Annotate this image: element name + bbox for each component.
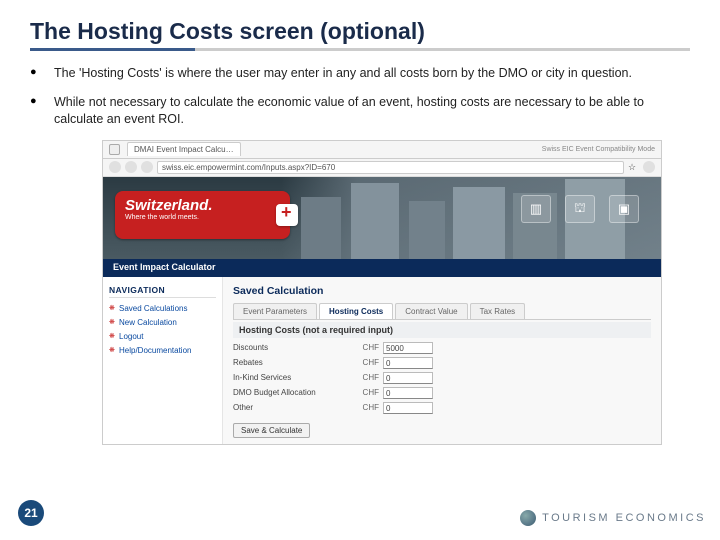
currency-label: CHF bbox=[353, 358, 379, 367]
tab-event-parameters[interactable]: Event Parameters bbox=[233, 303, 317, 319]
site-banner: Switzerland. Where the world meets. ▥ ⛫ … bbox=[103, 177, 661, 259]
browser-url-bar: swiss.eic.empowermint.com/Inputs.aspx?ID… bbox=[103, 159, 661, 177]
label-other: Other bbox=[233, 403, 353, 412]
input-other[interactable]: 0 bbox=[383, 402, 433, 414]
label-dmo-budget: DMO Budget Allocation bbox=[233, 388, 353, 397]
sidebar-item-new[interactable]: New Calculation bbox=[109, 318, 216, 327]
form-subhead: Hosting Costs (not a required input) bbox=[233, 322, 651, 338]
globe-icon bbox=[520, 510, 536, 526]
save-calculate-button[interactable]: Save & Calculate bbox=[233, 423, 310, 438]
input-dmo-budget[interactable]: 0 bbox=[383, 387, 433, 399]
browser-tab-bar: DMAI Event Impact Calcu… Swiss EIC Event… bbox=[103, 141, 661, 159]
sidebar-nav: NAVIGATION Saved Calculations New Calcul… bbox=[103, 277, 223, 444]
compat-caption: Swiss EIC Event Compatibility Mode bbox=[542, 146, 655, 153]
reload-button[interactable] bbox=[141, 161, 153, 173]
app-title-bar: Event Impact Calculator bbox=[103, 259, 661, 277]
footer-brand-text: TOURISM ECONOMICS bbox=[542, 512, 706, 524]
row-rebates: Rebates CHF 0 bbox=[233, 357, 651, 369]
tab-tax-rates[interactable]: Tax Rates bbox=[470, 303, 526, 319]
footer-brand: TOURISM ECONOMICS bbox=[520, 510, 706, 526]
menu-button[interactable] bbox=[643, 161, 655, 173]
saved-calc-heading: Saved Calculation bbox=[233, 285, 651, 297]
label-inkind: In-Kind Services bbox=[233, 373, 353, 382]
banner-icon-row: ▥ ⛫ ▣ bbox=[521, 195, 639, 223]
currency-label: CHF bbox=[353, 388, 379, 397]
page-number-badge: 21 bbox=[18, 500, 44, 526]
url-input[interactable]: swiss.eic.empowermint.com/Inputs.aspx?ID… bbox=[157, 161, 624, 174]
swiss-plus-icon bbox=[276, 204, 298, 226]
currency-label: CHF bbox=[353, 373, 379, 382]
brand-badge: Switzerland. Where the world meets. bbox=[115, 191, 290, 239]
label-discounts: Discounts bbox=[233, 343, 353, 352]
row-other: Other CHF 0 bbox=[233, 402, 651, 414]
input-rebates[interactable]: 0 bbox=[383, 357, 433, 369]
tab-contract-value[interactable]: Contract Value bbox=[395, 303, 467, 319]
sidebar-item-saved[interactable]: Saved Calculations bbox=[109, 304, 216, 313]
input-discounts[interactable]: 5000 bbox=[383, 342, 433, 354]
bullet-list: The 'Hosting Costs' is where the user ma… bbox=[30, 65, 690, 128]
tab-hosting-costs[interactable]: Hosting Costs bbox=[319, 303, 393, 319]
currency-label: CHF bbox=[353, 343, 379, 352]
forward-button[interactable] bbox=[125, 161, 137, 173]
slide-title: The Hosting Costs screen (optional) bbox=[30, 18, 690, 45]
bullet-item: The 'Hosting Costs' is where the user ma… bbox=[30, 65, 690, 82]
row-inkind: In-Kind Services CHF 0 bbox=[233, 372, 651, 384]
brand-name: Switzerland. bbox=[125, 197, 280, 214]
input-inkind[interactable]: 0 bbox=[383, 372, 433, 384]
bag-icon[interactable]: ▣ bbox=[609, 195, 639, 223]
embedded-screenshot: DMAI Event Impact Calcu… Swiss EIC Event… bbox=[102, 140, 662, 445]
building-icon[interactable]: ⛫ bbox=[565, 195, 595, 223]
bookmark-icon[interactable]: ☆ bbox=[628, 162, 639, 173]
back-button[interactable] bbox=[109, 161, 121, 173]
sidebar-heading: NAVIGATION bbox=[109, 285, 216, 298]
currency-label: CHF bbox=[353, 403, 379, 412]
tab-row: Event Parameters Hosting Costs Contract … bbox=[233, 303, 651, 320]
sidebar-item-help[interactable]: Help/Documentation bbox=[109, 346, 216, 355]
chart-icon[interactable]: ▥ bbox=[521, 195, 551, 223]
title-underline bbox=[30, 48, 690, 51]
row-discounts: Discounts CHF 5000 bbox=[233, 342, 651, 354]
bullet-item: While not necessary to calculate the eco… bbox=[30, 94, 690, 128]
window-control[interactable] bbox=[109, 144, 120, 155]
label-rebates: Rebates bbox=[233, 358, 353, 367]
brand-tagline: Where the world meets. bbox=[125, 214, 280, 221]
browser-tab[interactable]: DMAI Event Impact Calcu… bbox=[127, 142, 241, 156]
main-panel: Saved Calculation Event Parameters Hosti… bbox=[223, 277, 661, 444]
sidebar-item-logout[interactable]: Logout bbox=[109, 332, 216, 341]
row-dmo-budget: DMO Budget Allocation CHF 0 bbox=[233, 387, 651, 399]
